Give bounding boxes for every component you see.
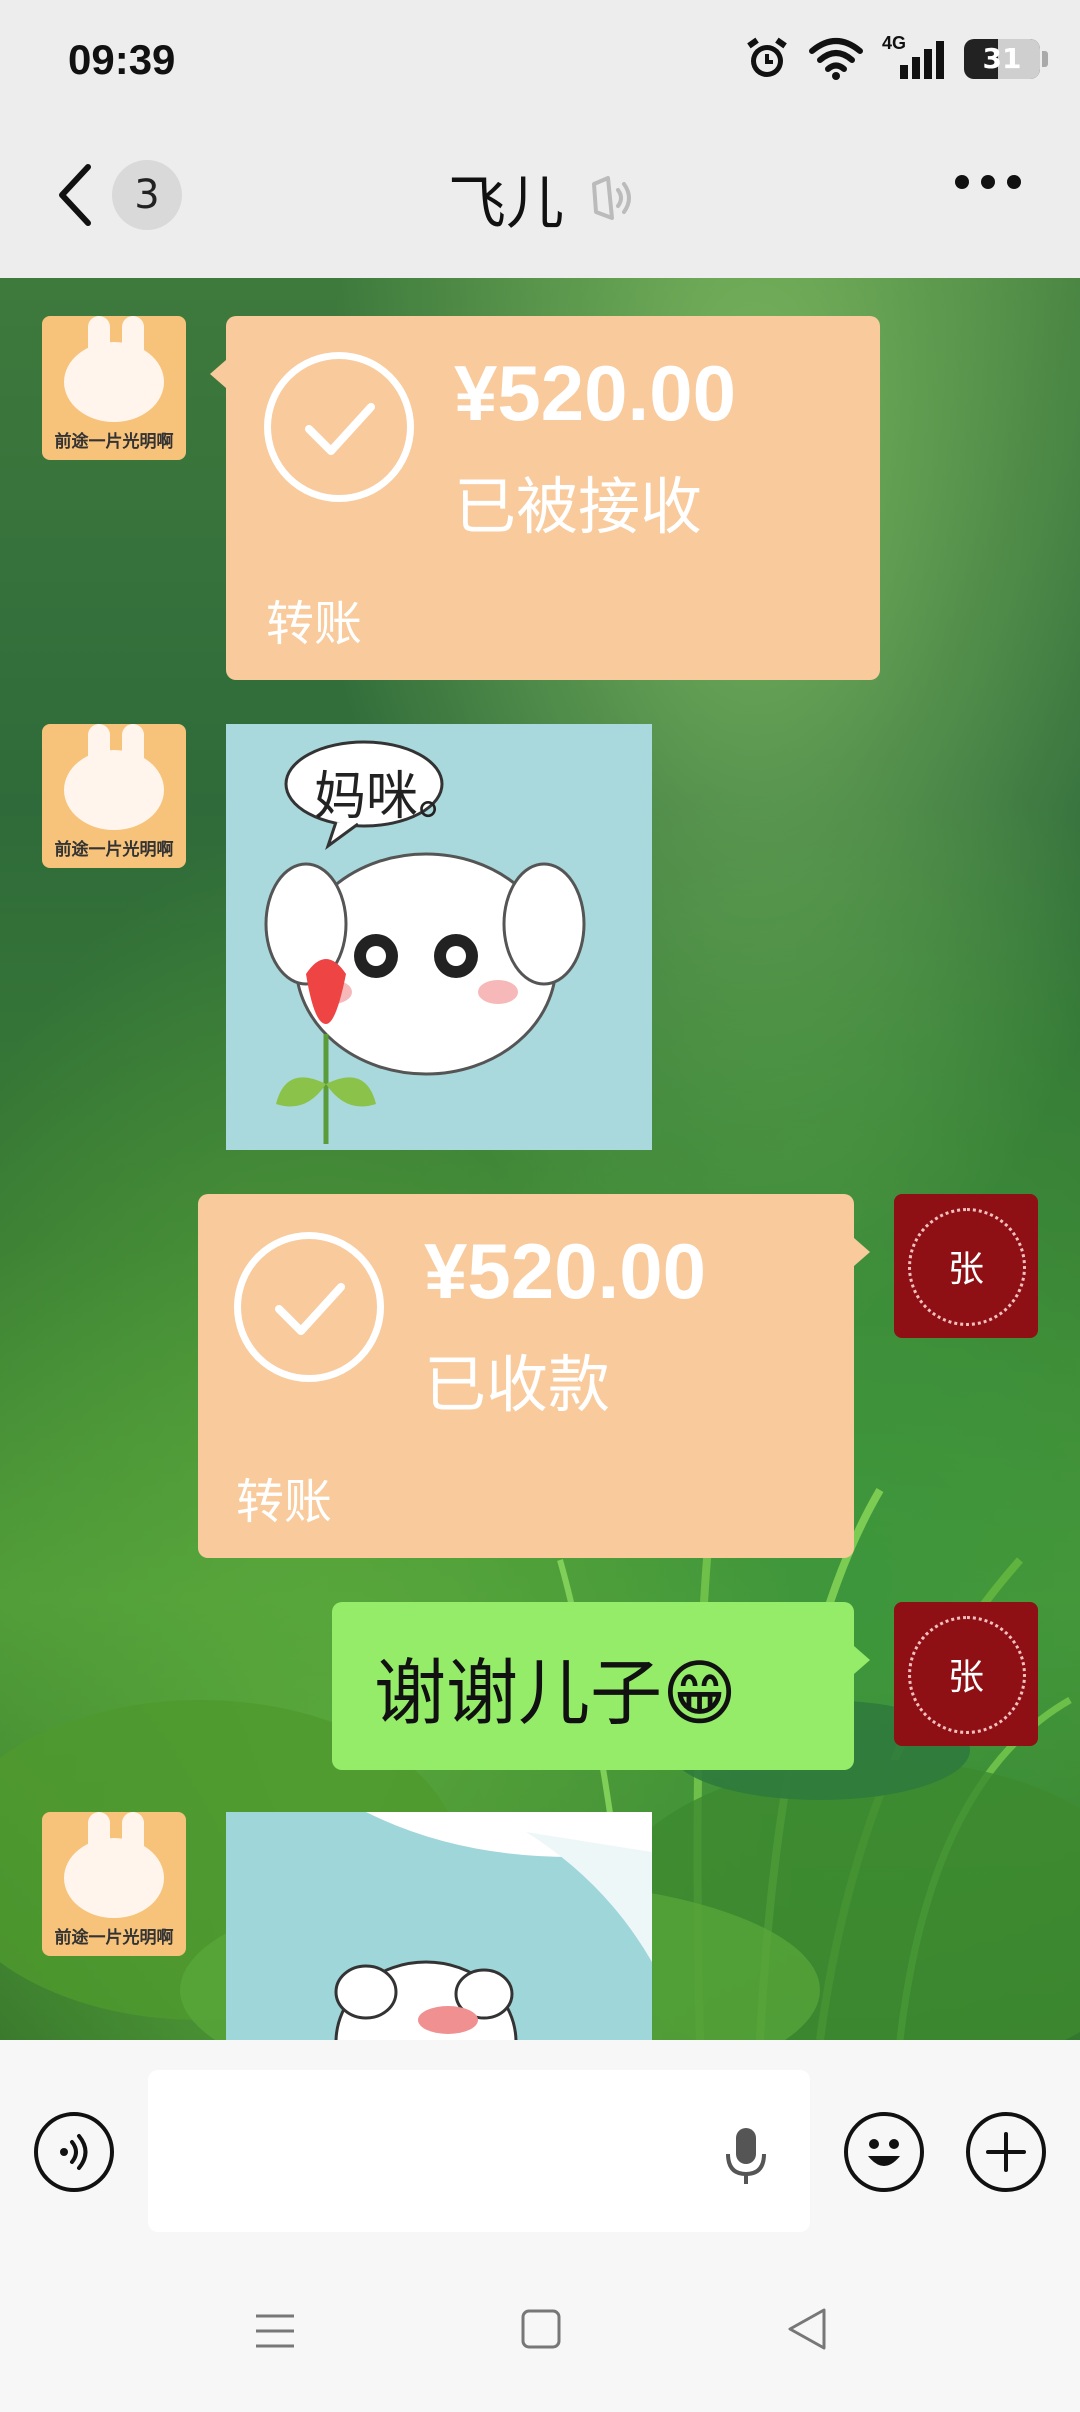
wifi-icon [809, 38, 863, 80]
avatar-caption: 前途一片光明啊 [54, 1928, 174, 1948]
system-navigation-bar [0, 2240, 1080, 2412]
contact-avatar[interactable]: 前途一片光明啊 [42, 724, 186, 868]
transfer-status: 已被接收 [454, 470, 703, 543]
network-type: 4G [882, 33, 907, 53]
message-text: 谢谢儿子😁 [374, 1650, 738, 1735]
signal-icon: 4G [882, 33, 946, 81]
chat-header: 3 飞儿 [0, 120, 1080, 278]
my-avatar[interactable]: 张 [894, 1194, 1038, 1338]
voice-mode-icon[interactable] [52, 2130, 96, 2174]
transfer-label: 转账 [266, 596, 363, 652]
transfer-amount: ¥520.00 [424, 1227, 706, 1315]
voice-mode-button[interactable] [34, 2112, 114, 2192]
bubble-tail [210, 360, 226, 388]
alarm-icon [747, 37, 787, 77]
emoji-icon[interactable] [854, 2122, 914, 2182]
avatar-text: 张 [947, 1249, 984, 1290]
status-icons: 4G 31 [744, 33, 1048, 82]
sticker-caption: 妈咪。 [314, 767, 471, 827]
status-bar: 09:39 4G 31 [0, 0, 1080, 120]
ellipsis-icon[interactable] [954, 172, 1022, 192]
text-message-bubble[interactable]: 谢谢儿子😁 [332, 1602, 854, 1770]
emoji-button[interactable] [844, 2112, 924, 2192]
avatar-caption: 前途一片光明啊 [54, 432, 174, 452]
bubble-tail [854, 1646, 870, 1674]
check-circle-icon [264, 352, 414, 502]
transfer-amount: ¥520.00 [454, 349, 736, 437]
sticker-message[interactable] [226, 1812, 652, 2040]
contact-avatar[interactable]: 前途一片光明啊 [42, 316, 186, 460]
avatar-text: 张 [947, 1657, 984, 1698]
transfer-label: 转账 [236, 1474, 333, 1530]
transfer-status: 已收款 [424, 1348, 611, 1421]
my-avatar[interactable]: 张 [894, 1602, 1038, 1746]
plus-button[interactable] [966, 2112, 1046, 2192]
back-triangle-icon[interactable] [784, 2306, 830, 2352]
avatar-caption: 前途一片光明啊 [54, 840, 174, 860]
transfer-card[interactable]: ¥520.00 已收款 转账 [198, 1194, 854, 1558]
check-circle-icon [234, 1232, 384, 1382]
battery-icon: 31 [964, 39, 1048, 79]
sticker-message[interactable]: 妈咪。 [226, 724, 652, 1150]
home-square-icon[interactable] [520, 2308, 562, 2350]
chat-title: 飞儿 [447, 169, 564, 237]
input-bar [0, 2040, 1080, 2240]
sound-off-icon [592, 176, 631, 220]
bubble-tail [854, 1238, 870, 1266]
plus-icon[interactable] [982, 2128, 1030, 2176]
contact-avatar[interactable]: 前途一片光明啊 [42, 1812, 186, 1956]
microphone-icon[interactable] [722, 2124, 770, 2188]
chat-message-list[interactable]: 前途一片光明啊 ¥520.00 已被接收 转账 前途一片光明啊 妈咪。 ¥520… [0, 278, 1080, 2040]
battery-level: 31 [982, 42, 1022, 75]
menu-icon[interactable] [252, 2308, 298, 2354]
clock: 09:39 [68, 36, 176, 83]
message-input[interactable] [148, 2070, 810, 2232]
puppy-sticker-image [334, 1812, 652, 2040]
transfer-card[interactable]: ¥520.00 已被接收 转账 [226, 316, 880, 680]
